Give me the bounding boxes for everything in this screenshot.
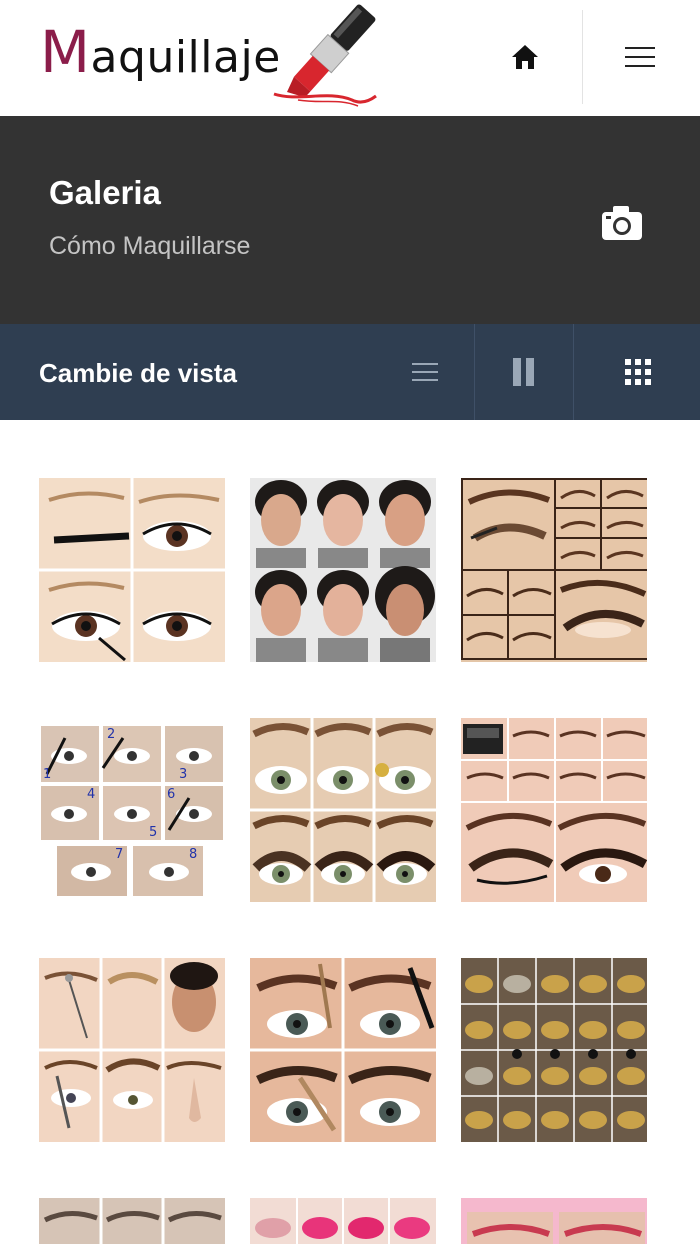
svg-text:5: 5 [149, 825, 157, 840]
list-icon [412, 363, 438, 381]
photo-eye-makeup [39, 1198, 225, 1244]
svg-text:1: 1 [43, 767, 51, 782]
gallery-item-brow-row-partial[interactable] [39, 1198, 225, 1244]
photo-eye-makeup [461, 718, 647, 902]
gallery-item-brow-shaping-steps[interactable] [39, 958, 225, 1142]
svg-text:8: 8 [189, 847, 197, 862]
photo-lips [461, 1198, 647, 1244]
photo-face-contour [250, 478, 436, 662]
gallery-item-smoky-eye-steps[interactable] [461, 478, 647, 662]
gallery-item-palette-eye-steps[interactable] [461, 718, 647, 902]
gallery-item-numbered-eyeshadow-steps[interactable]: 1 2 3 4 5 6 7 8 [39, 718, 225, 902]
photo-eye-makeup [250, 718, 436, 902]
home-icon [512, 45, 538, 69]
photo-eye-makeup [39, 478, 225, 662]
top-navigation-bar: Maquillaje [0, 0, 700, 116]
svg-text:3: 3 [179, 767, 187, 782]
lipstick-icon [273, 4, 377, 107]
photo-eye-makeup [461, 478, 647, 660]
gallery-item-glitter-eye-steps[interactable] [461, 958, 647, 1142]
grid-icon [624, 359, 651, 385]
two-columns-icon [513, 358, 534, 386]
photo-eye-makeup [250, 958, 436, 1142]
svg-text:4: 4 [87, 787, 95, 802]
nav-divider [582, 10, 583, 104]
photo-face [39, 958, 225, 1142]
gallery-item-contour-faces[interactable] [250, 478, 436, 662]
grid-view-button[interactable] [573, 324, 700, 420]
svg-text:2: 2 [107, 727, 115, 742]
svg-text:7: 7 [115, 847, 123, 862]
home-button[interactable] [498, 32, 552, 82]
hamburger-menu-icon [625, 47, 655, 67]
gallery-item-green-eye-smoky[interactable] [250, 718, 436, 902]
gallery-item-brow-brush-steps[interactable] [250, 958, 436, 1142]
menu-button[interactable] [612, 32, 668, 82]
list-view-button[interactable] [378, 324, 472, 420]
page-header: Galeria Cómo Maquillarse [0, 116, 700, 324]
logo-wordmark: Maquillaje [40, 18, 281, 86]
gallery-item-eyeliner-steps[interactable] [39, 478, 225, 662]
page-subtitle: Cómo Maquillarse [49, 232, 251, 260]
view-switcher-bar: Cambie de vista [0, 324, 700, 420]
gallery-item-pink-lips-partial[interactable] [250, 1198, 436, 1244]
photo-gallery: 1 2 3 4 5 6 7 8 [0, 420, 700, 1244]
photo-eye-makeup [461, 958, 647, 1142]
camera-icon [602, 206, 642, 240]
view-switcher-label: Cambie de vista [39, 358, 237, 388]
svg-text:6: 6 [167, 787, 175, 802]
site-logo[interactable]: Maquillaje [40, 4, 385, 112]
gallery-item-lip-liner-partial[interactable] [461, 1198, 647, 1244]
page-title: Galeria [49, 174, 161, 211]
photo-lips [250, 1198, 436, 1244]
two-column-view-button[interactable] [474, 324, 573, 420]
photo-eye-makeup: 1 2 3 4 5 6 7 8 [39, 718, 225, 902]
